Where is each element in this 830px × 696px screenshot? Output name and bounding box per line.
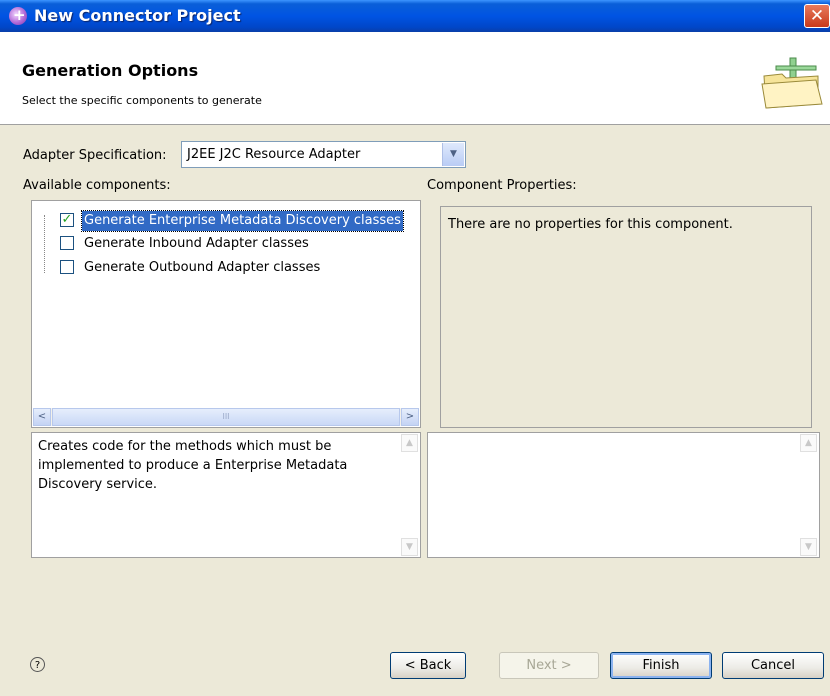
adapter-spec-value: J2EE J2C Resource Adapter <box>187 147 361 162</box>
vertical-scrollbar[interactable]: ▲ ▼ <box>800 434 818 556</box>
title-bar: New Connector Project ✕ <box>0 0 830 32</box>
wizard-banner: Generation Options Select the specific c… <box>0 32 830 125</box>
horizontal-scrollbar[interactable]: < III > <box>33 408 419 426</box>
chevron-down-icon[interactable]: ▼ <box>442 143 464 166</box>
page-title: Generation Options <box>22 61 199 80</box>
wizard-folder-icon <box>761 57 823 109</box>
scroll-up-button[interactable]: ▲ <box>401 434 418 452</box>
tree-connector-lines <box>44 215 61 273</box>
close-button[interactable]: ✕ <box>804 4 830 28</box>
vertical-scrollbar[interactable]: ▲ ▼ <box>401 434 419 556</box>
checkbox-emd[interactable]: ✓ <box>60 213 74 227</box>
tree-item-label: Generate Inbound Adapter classes <box>84 236 309 251</box>
component-description-text: Creates code for the methods which must … <box>38 439 348 492</box>
available-components-label: Available components: <box>23 178 171 193</box>
property-description-box[interactable]: ▲ ▼ <box>427 432 820 558</box>
finish-button[interactable]: Finish <box>610 652 712 679</box>
checkbox-outbound[interactable] <box>60 260 74 274</box>
next-button[interactable]: Next > <box>499 652 599 679</box>
scroll-left-button[interactable]: < <box>33 408 51 426</box>
cancel-button[interactable]: Cancel <box>722 652 824 679</box>
page-description: Select the specific components to genera… <box>22 94 262 107</box>
back-button[interactable]: < Back <box>390 652 466 679</box>
adapter-spec-dropdown[interactable]: J2EE J2C Resource Adapter ▼ <box>181 141 466 168</box>
scroll-down-button[interactable]: ▼ <box>800 538 817 556</box>
component-properties-label: Component Properties: <box>427 178 577 193</box>
no-properties-message: There are no properties for this compone… <box>448 217 733 232</box>
scroll-right-button[interactable]: > <box>401 408 419 426</box>
component-properties-panel: There are no properties for this compone… <box>440 206 812 428</box>
component-description-box[interactable]: Creates code for the methods which must … <box>31 432 421 558</box>
scroll-thumb[interactable]: III <box>52 408 400 426</box>
window-title: New Connector Project <box>34 6 241 25</box>
tree-item-label: Generate Enterprise Metadata Discovery c… <box>81 210 404 232</box>
app-icon <box>9 6 27 25</box>
components-tree[interactable]: ✓ Generate Enterprise Metadata Discovery… <box>31 200 421 428</box>
help-icon[interactable]: ? <box>30 657 45 672</box>
scroll-up-button[interactable]: ▲ <box>800 434 817 452</box>
tree-item-label: Generate Outbound Adapter classes <box>84 260 321 275</box>
adapter-spec-label: Adapter Specification: <box>23 148 167 163</box>
scroll-down-button[interactable]: ▼ <box>401 538 418 556</box>
checkbox-inbound[interactable] <box>60 236 74 250</box>
